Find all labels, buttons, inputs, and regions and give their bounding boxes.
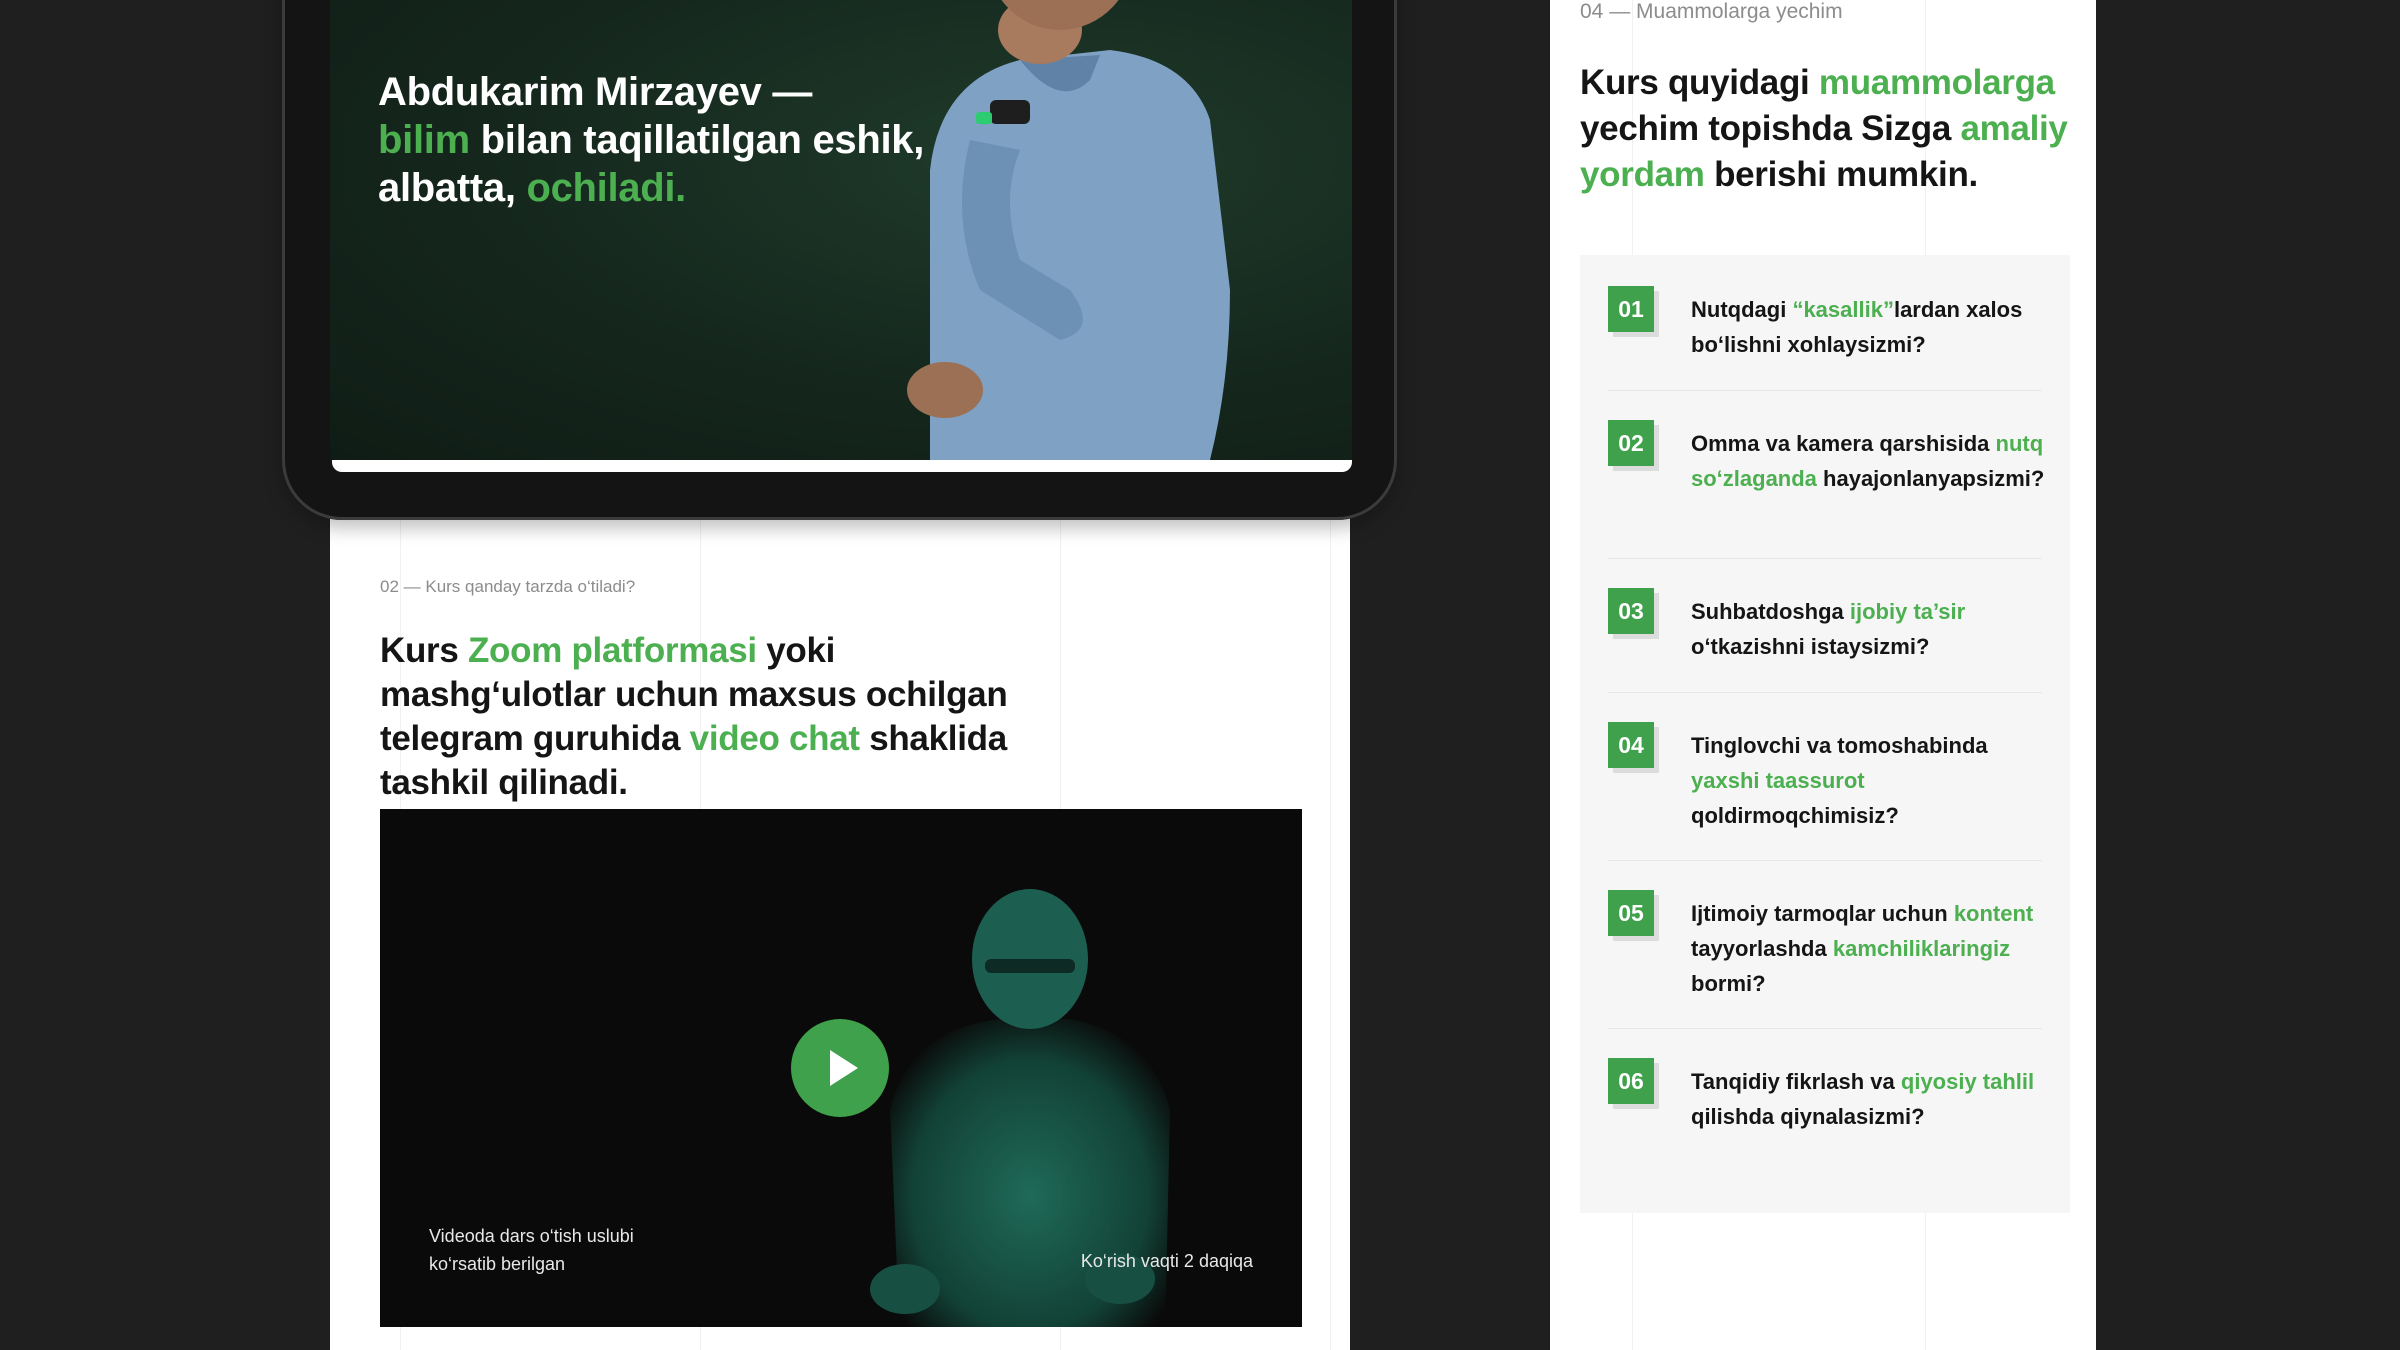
right-section-card: 04 — Muammolarga yechim Kurs quyidagi mu… bbox=[1550, 0, 2096, 1350]
question-number: 01 bbox=[1608, 286, 1654, 332]
divider bbox=[1608, 692, 2042, 693]
question-number: 06 bbox=[1608, 1058, 1654, 1104]
question-text: Ijtimoiy tarmoqlar uchun kontent tayyorl… bbox=[1691, 901, 2034, 996]
section-label: 04 — Muammolarga yechim bbox=[1580, 0, 1843, 23]
speaker-photo bbox=[907, 0, 1230, 460]
section-heading: Kurs quyidagi muammolarga yechim topishd… bbox=[1580, 63, 2068, 194]
tablet-progress-bar bbox=[332, 460, 1352, 472]
question-text: Omma va kamera qarshisida nutq so‘zlagan… bbox=[1691, 431, 2045, 491]
play-icon bbox=[830, 1050, 858, 1086]
question-text: Tanqidiy fikrlash va qiyosiy tahlil qili… bbox=[1691, 1069, 2035, 1129]
section-label: 02 — Kurs qanday tarzda o‘tiladi? bbox=[380, 577, 636, 596]
question-number: 05 bbox=[1608, 890, 1654, 936]
divider bbox=[1608, 558, 2042, 559]
tablet-mockup: Abdukarim Mirzayev — bilim bilan taqilla… bbox=[282, 0, 1397, 520]
divider bbox=[1608, 390, 2042, 391]
video-caption: Videoda dars o‘tish uslubi ko‘rsatib ber… bbox=[429, 1226, 634, 1274]
question-number: 04 bbox=[1608, 722, 1654, 768]
questions-panel: 01 Nutqdagi “kasallik”lardan xalos bo‘li… bbox=[1580, 255, 2070, 1213]
question-number: 02 bbox=[1608, 420, 1654, 466]
divider bbox=[1608, 1028, 2042, 1029]
divider bbox=[1608, 860, 2042, 861]
question-number: 03 bbox=[1608, 588, 1654, 634]
question-text: Nutqdagi “kasallik”lardan xalos bo‘lishn… bbox=[1691, 297, 2023, 357]
hero-banner: Abdukarim Mirzayev — bilim bilan taqilla… bbox=[330, 0, 1352, 460]
hero-quote: Abdukarim Mirzayev — bilim bilan taqilla… bbox=[378, 70, 925, 210]
section-heading: Kurs Zoom platformasi yoki mashg‘ulotlar… bbox=[380, 631, 1008, 802]
video-duration: Ko‘rish vaqti 2 daqiqa bbox=[1080, 1251, 1253, 1271]
question-text: Suhbatdoshga ijobiy ta’sir o‘tkazishni i… bbox=[1691, 599, 1966, 659]
question-text: Tinglovchi va tomoshabinda yaxshi taassu… bbox=[1691, 733, 1988, 828]
video-player[interactable]: Videoda dars o‘tish uslubi ko‘rsatib ber… bbox=[380, 809, 1302, 1327]
play-button[interactable] bbox=[791, 1019, 889, 1117]
hero-author: Abdukarim Mirzayev — bbox=[378, 70, 813, 114]
